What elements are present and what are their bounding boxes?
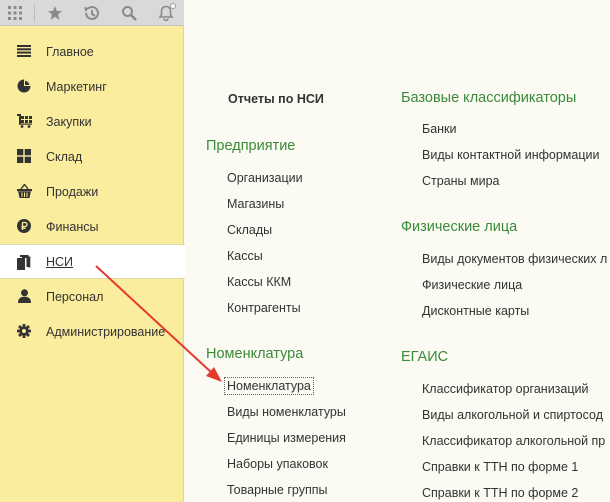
bell-icon[interactable] bbox=[153, 2, 179, 24]
sidebar-nav: Главное Маркетинг Закупки Склад Продажи … bbox=[0, 34, 185, 349]
warehouse-grid-icon bbox=[16, 148, 32, 164]
sidebar-item-purchases[interactable]: Закупки bbox=[0, 104, 184, 139]
sidebar-item-nsi[interactable]: НСИ bbox=[0, 244, 185, 279]
sidebar-item-label: Главное bbox=[46, 44, 94, 59]
section-title-enterprise: Предприятие bbox=[206, 138, 296, 154]
link-banks[interactable]: Банки bbox=[422, 122, 457, 136]
sidebar-item-label: Персонал bbox=[46, 289, 104, 304]
sidebar-item-label: НСИ bbox=[46, 254, 74, 269]
link-stores[interactable]: Магазины bbox=[227, 197, 284, 211]
cart-icon bbox=[16, 113, 32, 129]
star-icon[interactable] bbox=[42, 2, 68, 24]
link-organizations[interactable]: Организации bbox=[227, 171, 303, 185]
sidebar: Главное Маркетинг Закупки Склад Продажи … bbox=[0, 0, 185, 502]
search-icon[interactable] bbox=[116, 2, 142, 24]
sidebar-item-label: Склад bbox=[46, 149, 83, 164]
link-countries[interactable]: Страны мира bbox=[422, 174, 500, 188]
link-org-classifier[interactable]: Классификатор организаций bbox=[422, 382, 589, 396]
sidebar-item-label: Продажи bbox=[46, 184, 99, 199]
sidebar-item-label: Маркетинг bbox=[46, 79, 107, 94]
link-individuals[interactable]: Физические лица bbox=[422, 278, 522, 292]
link-contact-info-types[interactable]: Виды контактной информации bbox=[422, 148, 599, 162]
apps-grid-icon[interactable] bbox=[2, 2, 28, 24]
reports-title[interactable]: Отчеты по НСИ bbox=[228, 92, 324, 106]
ruble-coin-icon bbox=[16, 218, 32, 234]
link-product-groups[interactable]: Товарные группы bbox=[227, 483, 327, 497]
basket-icon bbox=[16, 183, 32, 199]
sidebar-item-label: Финансы bbox=[46, 219, 99, 234]
link-cash-desks[interactable]: Кассы bbox=[227, 249, 263, 263]
link-ttn-form-2[interactable]: Справки к ТТН по форме 2 bbox=[422, 486, 578, 500]
link-units[interactable]: Единицы измерения bbox=[227, 431, 346, 445]
section-title-nomenclature: Номенклатура bbox=[206, 346, 304, 362]
link-nomenclature-types[interactable]: Виды номенклатуры bbox=[227, 405, 346, 419]
link-alcohol-classifier[interactable]: Классификатор алкогольной пр bbox=[422, 434, 605, 448]
main-content: Отчеты по НСИ Предприятие Организации Ма… bbox=[185, 0, 610, 502]
section-title-base-classifiers: Базовые классификаторы bbox=[401, 90, 577, 106]
books-icon bbox=[16, 254, 32, 270]
sidebar-item-label: Администрирование bbox=[46, 324, 166, 339]
sidebar-item-sales[interactable]: Продажи bbox=[0, 174, 184, 209]
sidebar-item-administration[interactable]: Администрирование bbox=[0, 314, 184, 349]
notification-dot bbox=[170, 3, 176, 9]
toolbar-divider bbox=[34, 4, 35, 22]
section-title-individuals: Физические лица bbox=[401, 219, 518, 235]
top-toolbar bbox=[0, 0, 184, 26]
link-kkm-cash-desks[interactable]: Кассы ККМ bbox=[227, 275, 291, 289]
sidebar-item-label: Закупки bbox=[46, 114, 92, 129]
sidebar-item-main[interactable]: Главное bbox=[0, 34, 184, 69]
link-id-document-types[interactable]: Виды документов физических л bbox=[422, 252, 607, 266]
link-counterparties[interactable]: Контрагенты bbox=[227, 301, 301, 315]
sidebar-item-marketing[interactable]: Маркетинг bbox=[0, 69, 184, 104]
link-warehouses[interactable]: Склады bbox=[227, 223, 272, 237]
sidebar-item-warehouse[interactable]: Склад bbox=[0, 139, 184, 174]
gear-icon bbox=[16, 323, 32, 339]
link-nomenclature[interactable]: Номенклатура bbox=[224, 377, 314, 395]
link-ttn-form-1[interactable]: Справки к ТТН по форме 1 bbox=[422, 460, 578, 474]
link-alcohol-types[interactable]: Виды алкогольной и спиртосод bbox=[422, 408, 603, 422]
person-icon bbox=[16, 288, 32, 304]
sidebar-item-personnel[interactable]: Персонал bbox=[0, 279, 184, 314]
menu-lines-icon bbox=[16, 43, 32, 59]
sidebar-item-finance[interactable]: Финансы bbox=[0, 209, 184, 244]
section-title-egais: ЕГАИС bbox=[401, 349, 449, 365]
link-discount-cards[interactable]: Дисконтные карты bbox=[422, 304, 529, 318]
pie-chart-icon bbox=[16, 78, 32, 94]
history-icon[interactable] bbox=[78, 2, 104, 24]
link-package-sets[interactable]: Наборы упаковок bbox=[227, 457, 328, 471]
